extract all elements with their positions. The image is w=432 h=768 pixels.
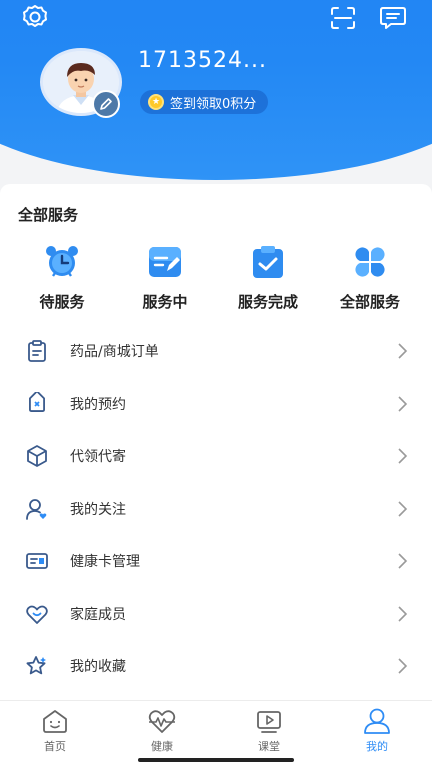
- chevron-right-icon: [398, 395, 408, 412]
- chat-bubble-icon: [380, 7, 406, 29]
- home-smile-icon: [40, 707, 70, 735]
- chevron-right-icon: [398, 500, 408, 517]
- tab-label: 健康: [151, 740, 173, 753]
- id-card-icon: [24, 548, 50, 574]
- menu-item-label: 家庭成员: [70, 606, 126, 623]
- menu-item-pickup-delivery[interactable]: 代领代寄: [0, 429, 432, 482]
- service-in-progress[interactable]: 服务中: [117, 244, 213, 314]
- chevron-right-icon: [398, 553, 408, 569]
- heart-smile-icon: [24, 601, 50, 627]
- tab-health[interactable]: 健康: [122, 707, 202, 757]
- tab-label: 我的: [366, 740, 388, 753]
- coin-icon: ★: [148, 94, 164, 110]
- services-row: 待服务 服务中 服务完成 全部服务: [0, 244, 432, 314]
- clipboard-check-icon: [250, 244, 286, 280]
- settings-button[interactable]: [18, 2, 52, 32]
- menu-item-orders[interactable]: 药品/商城订单: [0, 324, 432, 377]
- menu-item-favorites[interactable]: 我的收藏: [0, 639, 432, 692]
- menu-item-health-card[interactable]: 健康卡管理: [0, 534, 432, 587]
- content-card: 全部服务 待服务 服务中 服务完成 全部服务 药品/商城订单 我的预约 代领代寄…: [0, 184, 432, 700]
- tag-icon: [24, 391, 50, 417]
- menu-item-appointments[interactable]: 我的预约: [0, 377, 432, 430]
- chevron-right-icon: [398, 605, 408, 622]
- clipboard-icon: [24, 338, 50, 364]
- edit-avatar-button[interactable]: [92, 90, 120, 118]
- service-all[interactable]: 全部服务: [322, 244, 418, 314]
- checkin-label: 签到领取0积分: [170, 96, 257, 112]
- pencil-icon: [100, 98, 112, 110]
- services-title: 全部服务: [18, 206, 79, 224]
- chevron-right-icon: [398, 658, 408, 674]
- service-label: 待服务: [39, 293, 85, 311]
- video-play-icon: [254, 707, 284, 735]
- menu-list: 药品/商城订单 我的预约 代领代寄 我的关注 健康卡管理 家庭成员 我的收藏: [0, 324, 432, 692]
- package-box-icon: [24, 443, 50, 469]
- gear-icon: [23, 5, 47, 27]
- menu-item-label: 健康卡管理: [70, 554, 140, 570]
- username[interactable]: 1713524...: [138, 48, 267, 73]
- menu-item-label: 代领代寄: [70, 449, 126, 465]
- menu-item-following[interactable]: 我的关注: [0, 482, 432, 535]
- tab-classroom[interactable]: 课堂: [229, 707, 309, 757]
- chevron-right-icon: [398, 343, 408, 359]
- menu-item-label: 我的预约: [70, 396, 126, 413]
- service-label: 全部服务: [339, 293, 400, 311]
- menu-item-label: 我的关注: [70, 501, 126, 518]
- heart-pulse-icon: [147, 707, 177, 735]
- service-label: 服务完成: [237, 293, 298, 311]
- user-profile-icon: [362, 707, 392, 735]
- avatar[interactable]: [40, 48, 122, 118]
- grid-petals-icon: [352, 244, 388, 280]
- star-icon: [24, 653, 50, 679]
- tab-home[interactable]: 首页: [15, 707, 95, 757]
- service-label: 服务中: [142, 293, 188, 311]
- scan-icon: [331, 7, 355, 29]
- tab-label: 首页: [44, 740, 66, 753]
- service-completed[interactable]: 服务完成: [220, 244, 316, 314]
- menu-item-label: 我的收藏: [70, 659, 126, 675]
- user-follow-icon: [24, 496, 50, 522]
- chevron-right-icon: [398, 448, 408, 464]
- tab-mine[interactable]: 我的: [337, 707, 417, 757]
- tab-label: 课堂: [258, 740, 280, 753]
- checkin-reward-button[interactable]: ★ 签到领取0积分: [140, 90, 269, 114]
- menu-item-family-members[interactable]: 家庭成员: [0, 587, 432, 640]
- scan-button[interactable]: [328, 4, 358, 32]
- alarm-clock-icon: [44, 244, 80, 280]
- profile-header: 1713524... ★ 签到领取0积分: [0, 0, 432, 200]
- message-button[interactable]: [378, 4, 408, 32]
- menu-item-label: 药品/商城订单: [70, 344, 159, 360]
- home-indicator: [138, 758, 294, 762]
- document-edit-icon: [147, 244, 183, 280]
- service-pending[interactable]: 待服务: [14, 244, 110, 314]
